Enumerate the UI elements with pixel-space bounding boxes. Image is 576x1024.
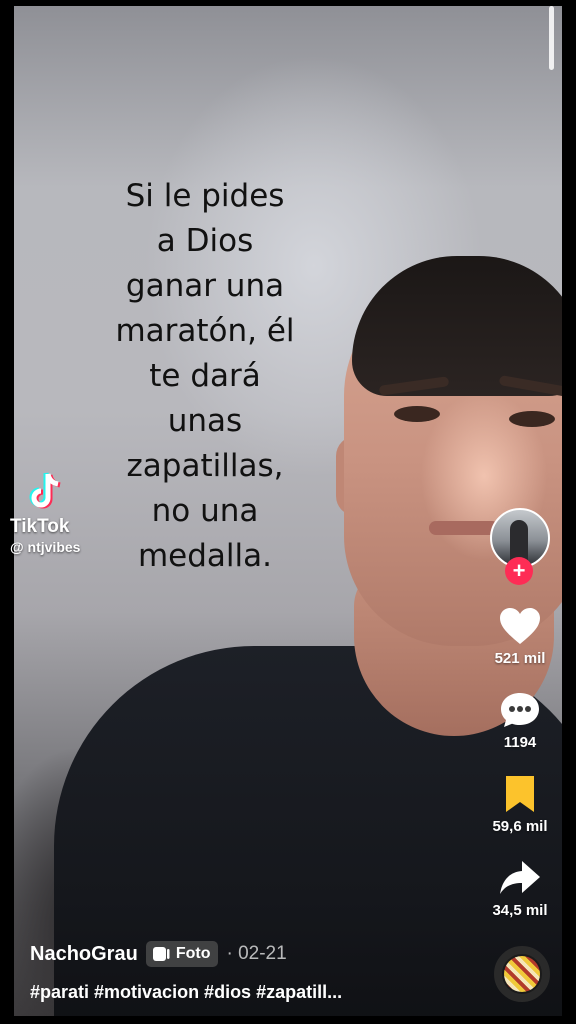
comment-button[interactable]: 1194 [484,690,556,751]
tiktok-brand-text: TikTok [10,516,70,537]
like-count: 521 mil [494,650,546,667]
quote-line: a Dios [156,223,254,259]
author-name[interactable]: NachoGrau [30,943,138,966]
plus-icon: + [512,558,526,583]
share-button[interactable]: 34,5 mil [484,858,556,919]
quote-line: ganar una [125,268,285,304]
photo-stack-icon [152,947,170,961]
quote-line: te dará [149,358,261,394]
follow-button[interactable]: + [505,557,533,585]
heart-icon [500,608,540,644]
scrollbar[interactable] [549,6,554,70]
photo-badge-label: Foto [175,945,211,962]
tiktok-logo-icon [29,472,61,509]
share-arrow-icon [500,861,540,894]
tiktok-video-screen: Si le pides a Dios ganar una maratón, él… [0,0,576,1024]
music-disc[interactable] [494,946,550,1002]
post-caption[interactable]: #parati #motivacion #dios #zapatill... [30,982,450,1003]
watermark-handle: @ ntjvibes [10,539,81,555]
post-info-row: NachoGrau Foto · 02-21 [30,940,287,968]
quote-line: maratón, él [115,313,295,349]
quote-line: unas [167,403,243,439]
bookmark-icon [506,776,534,812]
quote-line: medalla. [137,538,273,574]
person-eye [394,406,440,422]
photo-badge: Foto [145,941,219,967]
quote-line: Si le pides [125,178,285,214]
quote-line: zapatillas, [126,448,284,484]
share-count: 34,5 mil [492,902,548,919]
comment-count: 1194 [503,734,537,751]
person-mouth [429,521,499,535]
save-button[interactable]: 59,6 mil [484,774,556,835]
music-cover-art [504,956,540,992]
quote-line: no una [151,493,259,529]
comment-bubble-icon [501,693,539,727]
like-button[interactable]: 521 mil [484,606,556,667]
save-count: 59,6 mil [492,818,548,835]
post-date: · 02-21 [226,943,287,964]
person-hair [352,256,562,396]
quote-text: Si le pides a Dios ganar una maratón, él… [95,174,315,579]
person-eye [509,411,555,427]
